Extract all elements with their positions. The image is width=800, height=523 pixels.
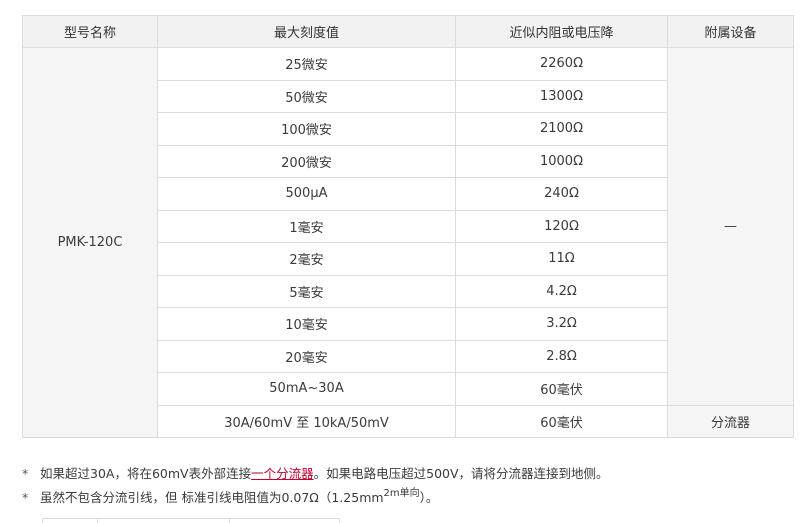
resistance-cell: 3.2Ω [455,307,668,341]
resistance-cell: 1000Ω [455,144,668,178]
spec-table: 型号名称 最大刻度值 近似内阻或电压降 附属设备 PMK-120C 25微安 2… [22,15,794,438]
superscript-text: 2m单向 [383,488,420,499]
range-cell: 25微安 [157,47,456,81]
divider [97,519,98,523]
range-cell: 30A/60mV 至 10kA/50mV [157,404,456,438]
resistance-cell: 4.2Ω [455,274,668,308]
range-cell: 50mA~30A [157,372,456,406]
table-row: PMK-120C 25微安 2260Ω — [22,47,794,438]
footnote-text: 。如果电路电压超过500V，请将分流器连接到地侧。 [313,466,609,481]
range-cell: 200微安 [157,144,456,178]
resistance-cell: 240Ω [455,177,668,211]
range-cell: 20毫安 [157,339,456,373]
footnote-lead-resistance: * 虽然不包含分流引线，但 标准引线电阻值为0.07Ω（1.25mm2m单向）。 [22,486,609,510]
header-model-name: 型号名称 [22,15,158,48]
resistance-cell: 2.8Ω [455,339,668,373]
resistance-cell: 120Ω [455,209,668,243]
next-table-edge [42,518,340,523]
resistance-cell: 2100Ω [455,112,668,146]
asterisk-mark: * [22,466,29,481]
header-max-scale: 最大刻度值 [157,15,456,48]
range-cell: 100微安 [157,112,456,146]
resistance-cell: 11Ω [455,242,668,276]
table-header-row: 型号名称 最大刻度值 近似内阻或电压降 附属设备 [22,15,794,48]
resistance-cell: 1300Ω [455,79,668,113]
footnote-text: 虽然不包含分流引线，但 标准引线电阻值为0.07Ω（1.25mm [40,490,384,505]
model-name-cell: PMK-120C [22,47,158,438]
range-cell: 50微安 [157,79,456,113]
asterisk-mark: * [22,490,29,505]
divider [229,519,230,523]
header-accessory: 附属设备 [667,15,794,48]
resistance-cell: 60毫伏 [455,372,668,406]
footnote-text: ）。 [419,490,439,505]
footnote-shunt: * 如果超过30A，将在60mV表外部连接一个分流器。如果电路电压超过500V，请… [22,462,609,486]
resistance-cell: 60毫伏 [455,404,668,438]
range-cell: 10毫安 [157,307,456,341]
range-cell: 2毫安 [157,242,456,276]
footnotes: * 如果超过30A，将在60mV表外部连接一个分流器。如果电路电压超过500V，请… [22,462,609,510]
shunt-link[interactable]: 一个分流器 [251,466,314,481]
range-cell: 1毫安 [157,209,456,243]
header-internal-resistance: 近似内阻或电压降 [455,15,668,48]
resistance-cell: 2260Ω [455,47,668,81]
accessory-cell: — [667,47,794,406]
shunt-accessory-cell: 分流器 [667,404,794,438]
footnote-text: 如果超过30A，将在60mV表外部连接 [40,466,252,481]
range-cell: 5毫安 [157,274,456,308]
range-cell: 500μA [157,177,456,211]
